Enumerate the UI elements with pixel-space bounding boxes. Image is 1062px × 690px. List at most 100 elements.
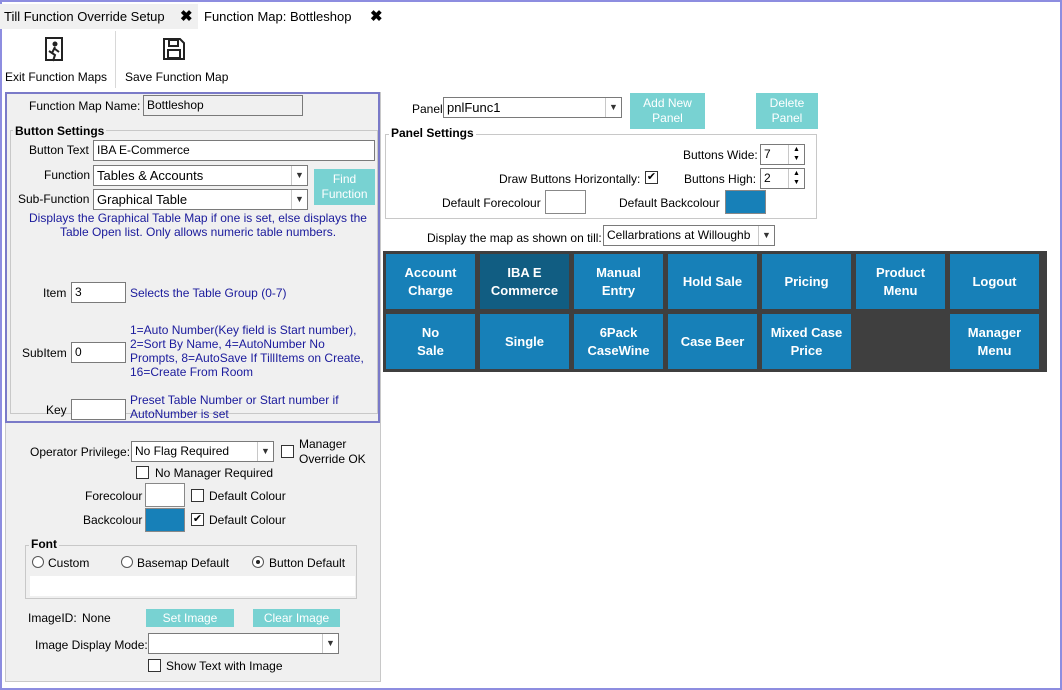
function-button[interactable]: 6Pack CaseWine <box>574 314 663 369</box>
function-button[interactable]: Product Menu <box>856 254 945 309</box>
find-function-button[interactable]: Find Function <box>314 169 375 205</box>
default-forecolour-swatch[interactable] <box>545 190 586 214</box>
function-button[interactable]: Mixed Case Price <box>762 314 851 369</box>
no-manager-checkbox[interactable] <box>136 466 149 479</box>
tab-till-function-override[interactable]: Till Function Override Setup ✖ <box>0 4 198 29</box>
sub-function-value: Graphical Table <box>97 192 188 207</box>
buttons-high-label: Buttons High: <box>684 172 757 186</box>
manager-override-checkbox[interactable] <box>281 445 294 458</box>
buttons-wide-spinner[interactable]: 7 ▲ ▼ <box>760 144 805 165</box>
default-backcolour-swatch[interactable] <box>725 190 766 214</box>
default-backcolour-checkbox[interactable]: ✔ <box>191 513 204 526</box>
empty-function-slot[interactable] <box>856 314 945 369</box>
function-button[interactable]: Hold Sale <box>668 254 757 309</box>
function-button[interactable]: Account Charge <box>386 254 475 309</box>
backcolour-swatch[interactable] <box>145 508 185 532</box>
function-button[interactable]: Single <box>480 314 569 369</box>
chevron-down-icon[interactable]: ▼ <box>291 166 307 185</box>
subitem-label: SubItem <box>22 346 67 360</box>
image-display-mode-select[interactable]: ▼ <box>148 633 339 654</box>
chevron-down-icon[interactable]: ▼ <box>291 190 307 209</box>
tab-label: Function Map: Bottleshop <box>204 9 352 24</box>
item-field[interactable]: 3 <box>71 282 126 303</box>
save-label: Save Function Map <box>125 70 229 84</box>
chevron-down-icon[interactable]: ▼ <box>605 98 621 117</box>
function-select[interactable]: Tables & Accounts ▼ <box>93 165 308 186</box>
save-function-map-button[interactable]: Save Function Map <box>122 34 230 88</box>
function-label: Function <box>44 168 91 182</box>
custom-font-radio[interactable] <box>32 556 44 568</box>
exit-label: Exit Function Maps <box>5 70 108 84</box>
function-button[interactable]: Manager Menu <box>950 314 1039 369</box>
panel-settings-title: Panel Settings <box>389 126 476 140</box>
image-id-label: ImageID: <box>28 611 77 625</box>
custom-font-label: Custom <box>48 556 90 570</box>
display-till-value: Cellarbrations at Willoughb <box>607 228 751 242</box>
function-button[interactable]: Logout <box>950 254 1039 309</box>
close-icon[interactable]: ✖ <box>370 4 383 29</box>
function-value: Tables & Accounts <box>97 168 204 183</box>
operator-privilege-select[interactable]: No Flag Required ▼ <box>131 441 274 462</box>
key-field[interactable] <box>71 399 126 420</box>
sub-function-label: Sub-Function <box>18 192 90 206</box>
subitem-help: 1=Auto Number(Key field is Start number)… <box>130 323 364 379</box>
chevron-down-icon[interactable]: ▼ <box>322 634 338 653</box>
display-till-select[interactable]: Cellarbrations at Willoughb ▼ <box>603 225 775 246</box>
add-new-panel-button[interactable]: Add New Panel <box>630 93 705 129</box>
default-backcolour-label: Default Colour <box>209 513 286 527</box>
item-label: Item <box>43 286 67 300</box>
no-manager-label: No Manager Required <box>155 466 274 480</box>
function-map-name-label: Function Map Name: <box>29 99 141 113</box>
function-map-name-field[interactable]: Bottleshop <box>143 95 303 116</box>
delete-panel-button[interactable]: Delete Panel <box>756 93 818 129</box>
panel-select[interactable]: pnlFunc1 ▼ <box>443 97 622 118</box>
toolbar-divider <box>115 31 116 88</box>
button-text-field[interactable]: IBA E-Commerce <box>93 140 375 161</box>
exit-function-maps-button[interactable]: Exit Function Maps <box>4 34 110 88</box>
function-button-grid: Account Charge IBA E Commerce Manual Ent… <box>383 251 1047 372</box>
basemap-default-radio[interactable] <box>121 556 133 568</box>
default-forecolour-checkbox[interactable] <box>191 489 204 502</box>
button-text-label: Button Text <box>29 143 89 157</box>
button-default-label: Button Default <box>269 556 346 570</box>
font-title: Font <box>29 537 59 551</box>
spinner-arrows-icon[interactable]: ▲ ▼ <box>788 145 804 164</box>
key-label: Key <box>46 403 67 417</box>
exit-icon <box>45 37 63 62</box>
subitem-field[interactable]: 0 <box>71 342 126 363</box>
function-button[interactable]: Case Beer <box>668 314 757 369</box>
close-icon[interactable]: ✖ <box>180 4 193 29</box>
function-button[interactable]: Pricing <box>762 254 851 309</box>
forecolour-swatch[interactable] <box>145 483 185 507</box>
chevron-down-icon[interactable]: ▼ <box>257 442 273 461</box>
buttons-wide-label: Buttons Wide: <box>683 148 758 162</box>
backcolour-label: Backcolour <box>83 513 143 527</box>
key-help: Preset Table Number or Start number if A… <box>130 393 339 421</box>
buttons-high-value: 2 <box>764 171 771 185</box>
draw-horizontally-checkbox[interactable]: ✔ <box>645 171 658 184</box>
image-display-mode-label: Image Display Mode: <box>35 638 148 652</box>
function-button[interactable]: No Sale <box>386 314 475 369</box>
buttons-high-spinner[interactable]: 2 ▲ ▼ <box>760 168 805 189</box>
display-till-label: Display the map as shown on till: <box>427 231 602 245</box>
set-image-button[interactable]: Set Image <box>146 609 234 627</box>
buttons-wide-value: 7 <box>764 147 771 161</box>
panel-label: Panel <box>412 102 443 116</box>
spinner-arrows-icon[interactable]: ▲ ▼ <box>788 169 804 188</box>
function-button[interactable]: Manual Entry <box>574 254 663 309</box>
show-text-with-image-checkbox[interactable] <box>148 659 161 672</box>
manager-override-label: Manager Override OK <box>299 437 366 466</box>
operator-privilege-label: Operator Privilege: <box>30 445 131 459</box>
basemap-default-label: Basemap Default <box>137 556 230 570</box>
default-forecolour-label: Default Forecolour <box>442 196 541 210</box>
function-description: Displays the Graphical Table Map if one … <box>29 211 367 239</box>
function-button[interactable]: IBA E Commerce <box>480 254 569 309</box>
button-default-radio[interactable] <box>252 556 264 568</box>
panel-value: pnlFunc1 <box>447 100 501 115</box>
chevron-down-icon[interactable]: ▼ <box>758 226 774 245</box>
tab-function-map[interactable]: Function Map: Bottleshop ✖ <box>200 4 390 29</box>
clear-image-button[interactable]: Clear Image <box>253 609 340 627</box>
sub-function-select[interactable]: Graphical Table ▼ <box>93 189 308 210</box>
image-id-value: None <box>82 611 111 625</box>
forecolour-label: Forecolour <box>85 489 143 503</box>
